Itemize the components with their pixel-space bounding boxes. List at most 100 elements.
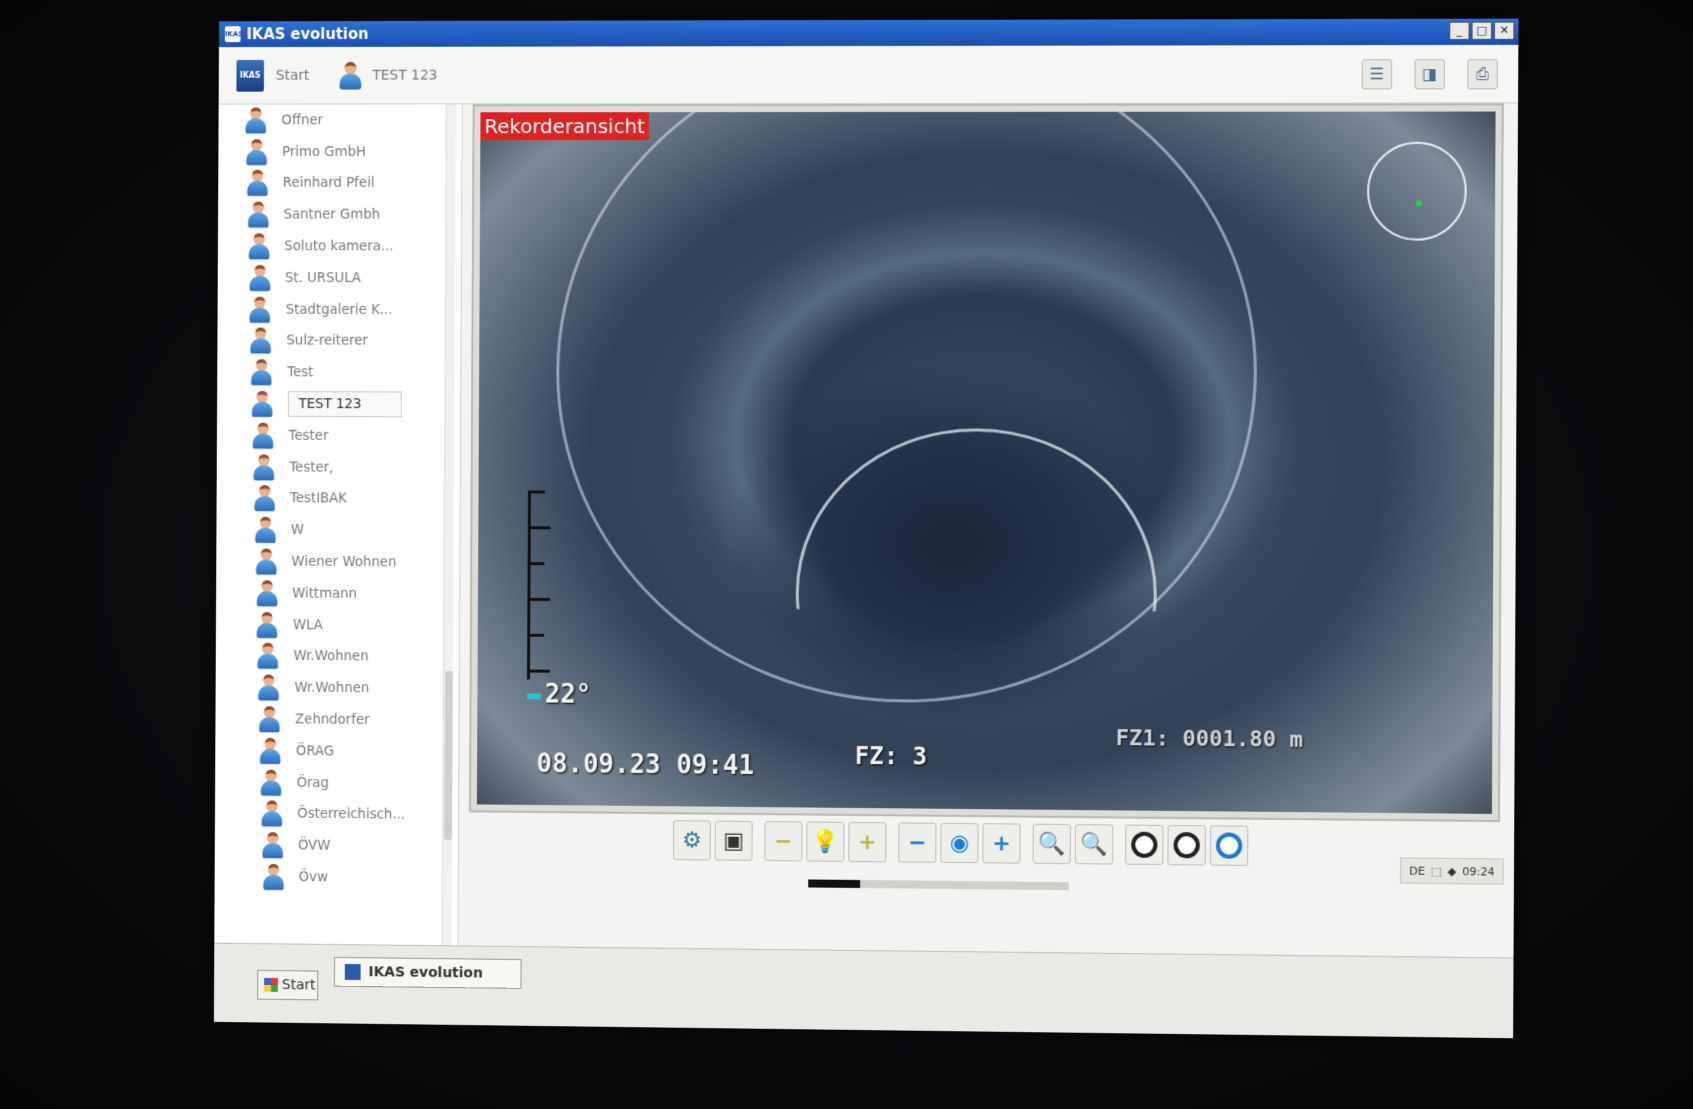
light-plus-icon: + (858, 829, 877, 855)
start-button[interactable]: Start (257, 969, 319, 1001)
light-minus-button[interactable]: − (764, 821, 803, 862)
customer-icon (339, 61, 363, 90)
tree-item-label: W (290, 522, 304, 539)
taskbar-app-label: IKAS evolution (368, 964, 483, 982)
tree-item[interactable]: TEST 123 (217, 388, 460, 420)
tree-item-label: TEST 123 (287, 391, 403, 418)
customer-icon (247, 201, 270, 229)
taskbar: Start IKAS evolution (213, 942, 1514, 1039)
tree-item-label: Wr.Wohnen (294, 679, 370, 697)
tree-item[interactable]: ▸Offner (218, 104, 461, 136)
tree-item-label: Österreichisch... (297, 806, 406, 824)
tree-item[interactable]: ÖVW (215, 829, 458, 863)
tree-item[interactable]: ▸Tester, (217, 451, 460, 484)
start-tab[interactable]: IKAS Start (236, 59, 309, 92)
tree-item[interactable]: ▸Wiener Wohnen (216, 546, 459, 579)
maximize-button[interactable]: □ (1471, 21, 1492, 40)
customer-icon (260, 769, 283, 796)
rotate-reset-button[interactable] (1209, 825, 1249, 866)
tree-item[interactable]: Test (217, 357, 460, 389)
tree-item[interactable]: ▸Österreichisch... (215, 798, 458, 832)
tree-item[interactable]: ▸Wr.Wohnen (216, 672, 459, 705)
recorder-view-label: Rekorderansicht (480, 112, 649, 141)
focus-plus-button[interactable]: + (982, 823, 1021, 864)
pipe-camera-button[interactable]: ⚙ (672, 820, 711, 861)
datetime-readout: 08.09.23 09:41 (536, 749, 755, 782)
tree-item-label: Test (287, 364, 314, 381)
window-controls: _ □ ✕ (1449, 21, 1515, 40)
minimize-button[interactable]: _ (1449, 21, 1470, 40)
tree-item-label: TestIBAK (290, 490, 348, 507)
pipe-ring-inner (795, 428, 1158, 761)
tree-item[interactable]: ▸Santner Gmbh (218, 199, 461, 231)
camera-box-icon[interactable]: ◨ (1414, 59, 1446, 90)
report-icon[interactable]: ☰ (1361, 59, 1393, 90)
tree-item[interactable]: ▸Wittmann (216, 577, 459, 610)
tray-clock: 09:24 (1462, 864, 1495, 879)
customer-icon (255, 579, 278, 607)
scroll-thumb[interactable] (444, 670, 453, 840)
tree-item-label: Wiener Wohnen (291, 553, 397, 571)
rotate-right-button[interactable] (1167, 824, 1206, 866)
customer-icon (260, 800, 283, 828)
light-bulb-button[interactable]: 💡 (806, 821, 845, 862)
project-tab[interactable]: TEST 123 (339, 61, 438, 90)
tree-item[interactable]: ▸Primo GmbH (218, 136, 461, 168)
customer-icon (245, 138, 268, 165)
tree-item[interactable]: ▸Tester (217, 420, 460, 453)
tree-item-label: Örag (296, 774, 330, 791)
tree-item-label: St. URSULA (284, 269, 362, 286)
tree-item-label: WLA (292, 616, 323, 633)
zoom-out-button[interactable]: 🔍 (1032, 823, 1071, 865)
tree-item[interactable]: ▸Sulz-reiterer (217, 325, 460, 357)
inclination-marker (526, 693, 541, 700)
tree-item-label: Offner (281, 112, 324, 129)
snapshot-button[interactable]: ▣ (714, 820, 753, 861)
customer-icon (255, 548, 278, 575)
tree-item-label: ÖRAG (295, 743, 335, 760)
tree-item-label: Tester (288, 427, 329, 444)
zoom-out-icon: 🔍 (1037, 831, 1066, 857)
app-logo-icon: IKAS (224, 26, 243, 43)
aperture-button[interactable]: ◉ (940, 822, 979, 864)
tree-item[interactable]: ▸WLA (216, 609, 459, 642)
customer-icon (250, 359, 273, 386)
tree-item[interactable]: St. URSULA (218, 262, 461, 294)
light-bulb-icon: 💡 (811, 829, 840, 855)
printer-icon[interactable]: ⎙ (1467, 59, 1498, 90)
tree-item[interactable]: ▸Soluto kamera... (218, 231, 461, 263)
pipe-camera-video[interactable]: Rekorderansicht 22° 08.09.23 09:41 FZ: 3… (476, 111, 1496, 814)
customer-icon (258, 674, 281, 701)
tree-item[interactable]: ▸Övw (215, 861, 458, 895)
customer-icon (249, 296, 272, 323)
tree-item-label: Wittmann (292, 585, 358, 602)
customer-icon (254, 516, 277, 544)
close-button[interactable]: ✕ (1493, 21, 1515, 40)
distance-readout: FZ1: 0001.80 m (1115, 726, 1303, 753)
focus-plus-icon: + (992, 830, 1011, 857)
system-tray: DE ⬚ ◆ 09:24 (1400, 857, 1504, 885)
tree-item[interactable]: ▸ÖRAG (215, 735, 458, 769)
customer-icon (248, 264, 271, 292)
tree-item-label: Sulz-reiterer (286, 333, 369, 350)
customer-icon (259, 737, 282, 765)
focus-minus-button[interactable]: − (898, 822, 937, 863)
tree-item[interactable]: W (216, 514, 459, 547)
language-indicator[interactable]: DE (1409, 864, 1425, 877)
tree-item[interactable]: ▸Örag (215, 766, 458, 800)
tree-item-label: Wr.Wohnen (293, 648, 369, 665)
customer-icon (257, 642, 280, 670)
taskbar-app-ikas[interactable]: IKAS evolution (333, 956, 522, 989)
tree-item[interactable]: ▸Zehndorfer (215, 703, 458, 737)
light-plus-button[interactable]: + (848, 821, 887, 863)
tree-item[interactable]: ▸TestIBAK (217, 483, 460, 516)
zoom-in-button[interactable]: 🔍 (1074, 824, 1114, 865)
tree-item[interactable]: Stadtgalerie K... (218, 294, 461, 326)
tree-item[interactable]: ▸Wr.Wohnen (216, 640, 459, 673)
tree-item[interactable]: ▸Reinhard Pfeil (218, 168, 461, 200)
toolbar-right-actions: ☰ ◨ ⎙ (1361, 59, 1498, 90)
customer-icon (253, 453, 276, 481)
screen: IKAS IKAS evolution _ □ ✕ IKAS Start TES… (213, 18, 1519, 1039)
network-icon: ⬚ (1430, 864, 1442, 878)
rotate-left-button[interactable] (1125, 824, 1164, 866)
